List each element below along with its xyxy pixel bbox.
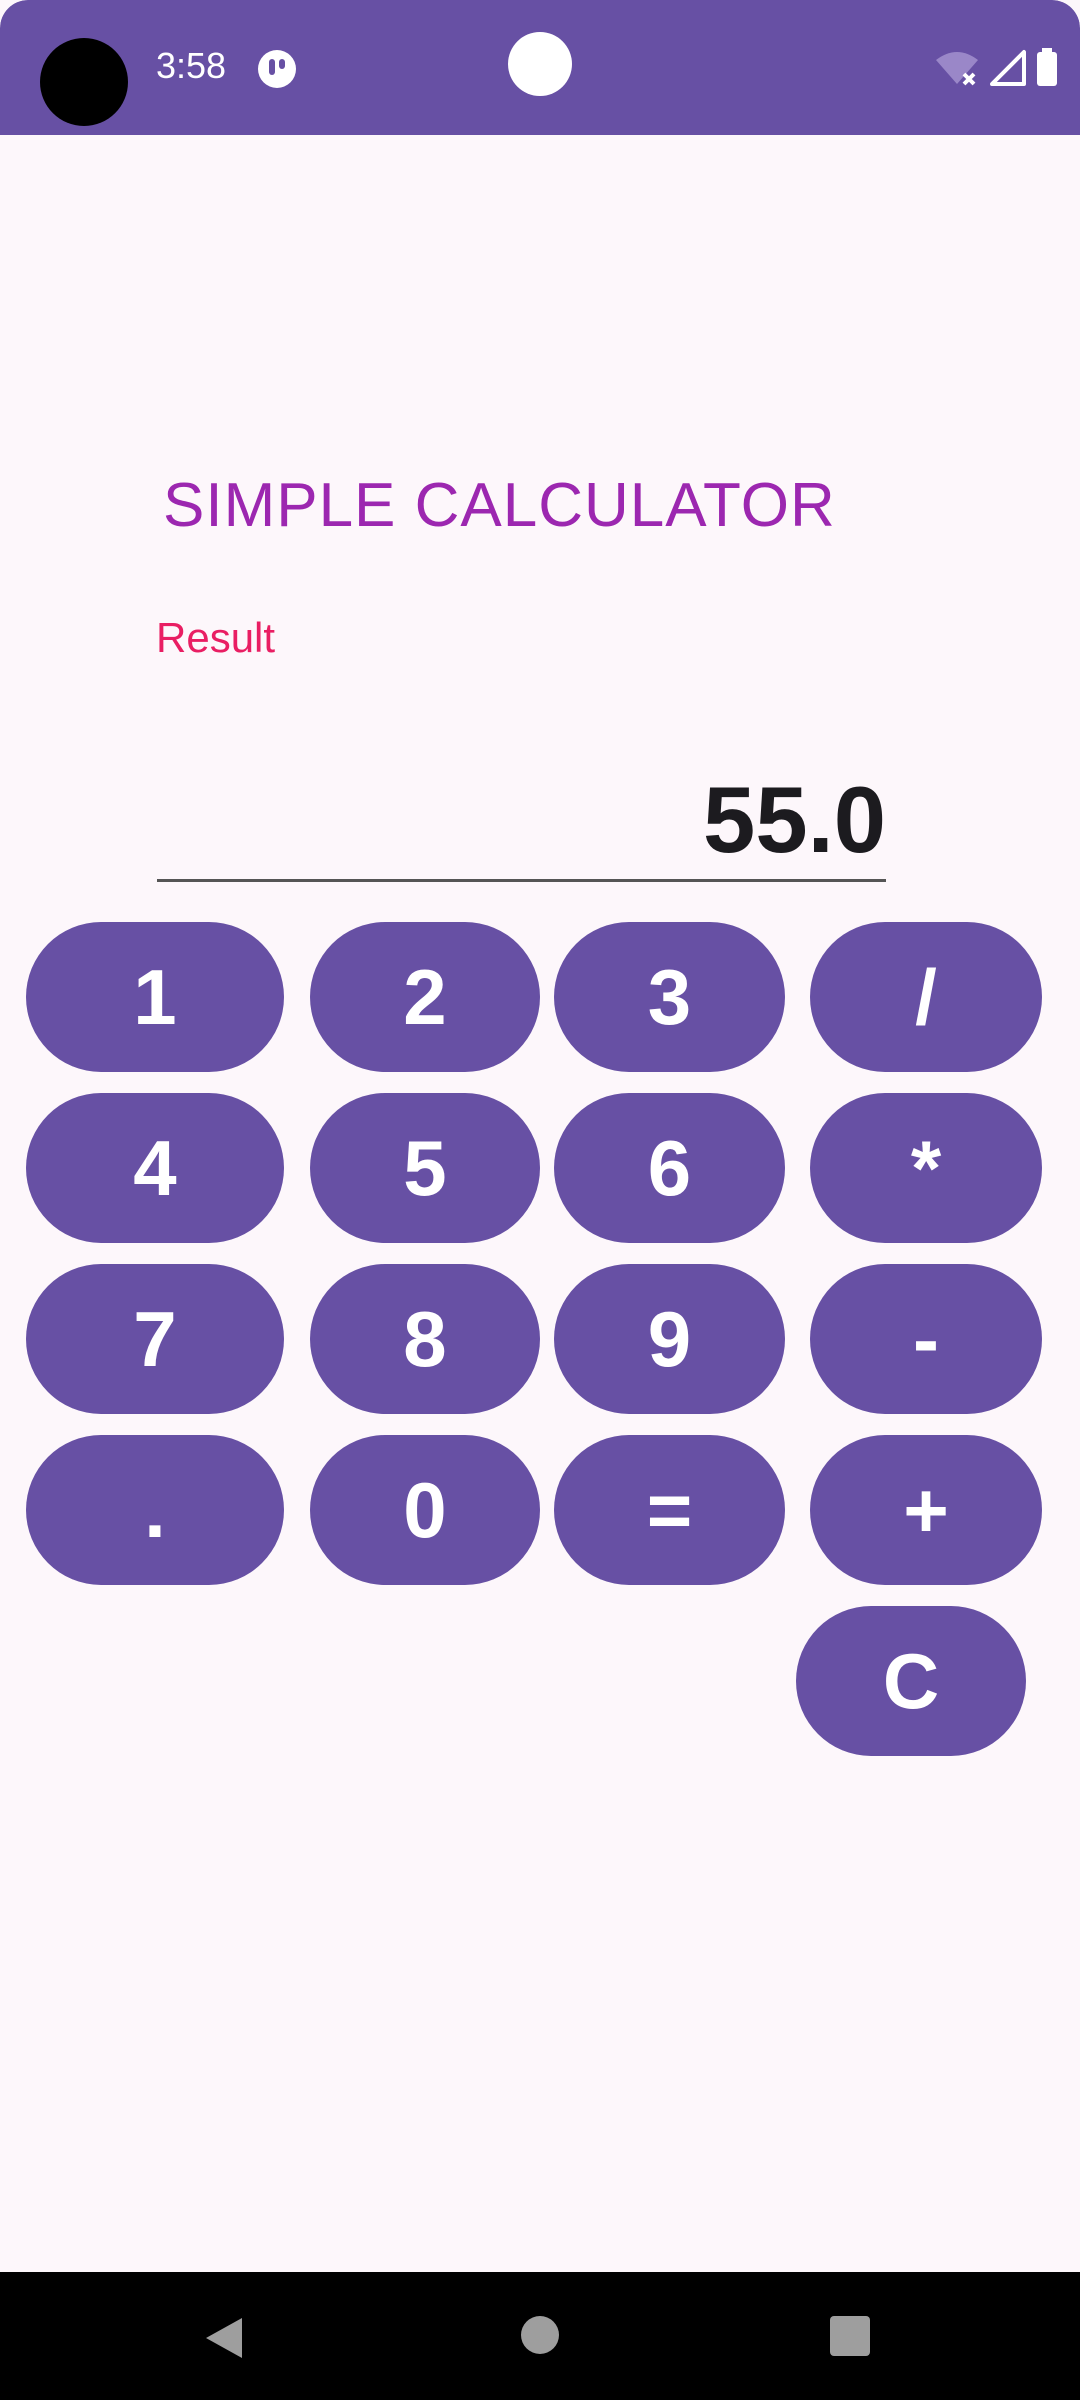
- add-button[interactable]: +: [810, 1435, 1042, 1585]
- screen: 3:58 SIMPLE CALCULATOR Result 55.0 1 2 3…: [0, 0, 1080, 2400]
- equals-button[interactable]: =: [554, 1435, 785, 1585]
- recents-icon[interactable]: [830, 2316, 870, 2356]
- battery-icon: [1036, 48, 1058, 88]
- key-0-button[interactable]: 0: [310, 1435, 540, 1585]
- status-bar: 3:58: [0, 0, 1080, 135]
- navigation-bar: [0, 2272, 1080, 2400]
- key-1-button[interactable]: 1: [26, 922, 284, 1072]
- status-icons: [934, 48, 1058, 88]
- key-4-button[interactable]: 4: [26, 1093, 284, 1243]
- subtract-button[interactable]: -: [810, 1264, 1042, 1414]
- app-title: SIMPLE CALCULATOR: [163, 471, 836, 540]
- key-6-button[interactable]: 6: [554, 1093, 785, 1243]
- decimal-point-button[interactable]: .: [26, 1435, 284, 1585]
- result-value: 55.0: [703, 767, 886, 872]
- key-7-button[interactable]: 7: [26, 1264, 284, 1414]
- multiply-button[interactable]: *: [810, 1093, 1042, 1243]
- app-notification-icon: [258, 50, 296, 88]
- key-2-button[interactable]: 2: [310, 922, 540, 1072]
- key-8-button[interactable]: 8: [310, 1264, 540, 1414]
- cell-signal-icon: [990, 48, 1026, 88]
- notification-dot-icon: [508, 32, 572, 96]
- result-label: Result: [156, 614, 276, 661]
- clear-button[interactable]: C: [796, 1606, 1026, 1756]
- wifi-off-icon: [934, 48, 980, 88]
- divide-button[interactable]: /: [810, 922, 1042, 1072]
- camera-cutout: [40, 38, 128, 126]
- key-9-button[interactable]: 9: [554, 1264, 785, 1414]
- home-icon[interactable]: [521, 2316, 559, 2354]
- back-icon[interactable]: [202, 2316, 246, 2365]
- key-5-button[interactable]: 5: [310, 1093, 540, 1243]
- result-field[interactable]: 55.0: [157, 760, 886, 882]
- status-time: 3:58: [156, 45, 227, 86]
- key-3-button[interactable]: 3: [554, 922, 785, 1072]
